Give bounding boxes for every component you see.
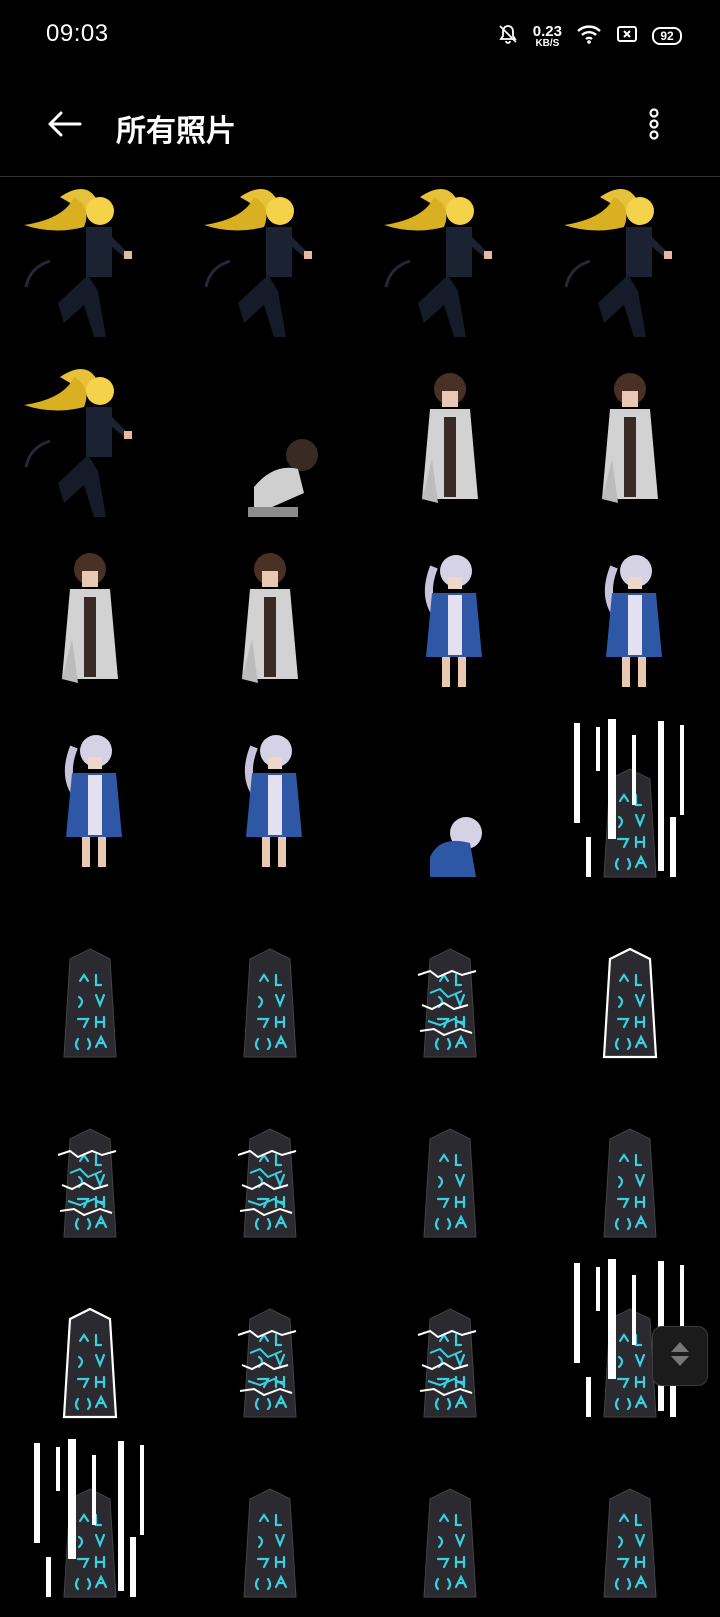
status-icons: 0.23 KB/S 92	[497, 22, 682, 50]
network-speed-unit: KB/S	[535, 37, 560, 49]
obelisk-lightning-sprite	[417, 1308, 477, 1418]
photo-thumbnail[interactable]	[0, 1437, 180, 1617]
back-button[interactable]	[40, 102, 88, 150]
obelisk-glitch-sprite	[34, 1439, 144, 1598]
brown-haired-crouching-sprite	[248, 439, 318, 517]
silver-haired-blue-jacket-sprite	[424, 555, 482, 687]
obelisk-lightning-sprite	[237, 1308, 297, 1418]
photo-thumbnail[interactable]	[0, 1077, 180, 1257]
status-bar: 09:03 0.23 KB/S 92	[0, 0, 720, 72]
obelisk-lightning-sprite	[57, 1128, 117, 1238]
rune-obelisk-sprite	[423, 1128, 477, 1238]
photo-thumbnail[interactable]	[180, 1437, 360, 1617]
brown-haired-white-coat-sprite	[242, 553, 298, 683]
blonde-ponytail-runner-sprite	[24, 369, 132, 517]
photo-thumbnail[interactable]	[180, 177, 360, 357]
silver-haired-blue-jacket-sprite	[64, 735, 122, 867]
blonde-ponytail-runner-sprite	[24, 189, 132, 337]
status-time: 09:03	[46, 20, 109, 47]
obelisk-lightning-sprite	[417, 948, 477, 1058]
photo-thumbnail[interactable]	[360, 1257, 540, 1437]
photo-thumbnail[interactable]	[0, 717, 180, 897]
photo-thumbnail[interactable]	[360, 1437, 540, 1617]
rune-obelisk-sprite	[603, 1128, 657, 1238]
photo-thumbnail[interactable]	[180, 1257, 360, 1437]
photo-thumbnail[interactable]	[180, 1077, 360, 1257]
more-vert-icon	[647, 108, 661, 144]
brown-haired-white-coat-sprite	[602, 373, 658, 503]
photo-thumbnail[interactable]	[0, 897, 180, 1077]
photo-thumbnail[interactable]	[540, 537, 720, 717]
photo-thumbnail[interactable]	[360, 897, 540, 1077]
photo-thumbnail[interactable]	[360, 537, 540, 717]
battery-indicator: 92	[652, 27, 682, 45]
obelisk-outline-sprite	[602, 947, 658, 1059]
rune-obelisk-sprite	[243, 1488, 297, 1598]
photo-thumbnail[interactable]	[360, 177, 540, 357]
photo-thumbnail[interactable]	[180, 717, 360, 897]
rune-obelisk-sprite	[243, 948, 297, 1058]
wifi-icon	[576, 23, 602, 49]
photo-thumbnail[interactable]	[540, 897, 720, 1077]
photo-thumbnail[interactable]	[0, 537, 180, 717]
blonde-ponytail-runner-sprite	[564, 189, 672, 337]
bell-off-icon	[497, 23, 519, 49]
rune-obelisk-sprite	[63, 948, 117, 1058]
brown-haired-white-coat-sprite	[62, 553, 118, 683]
photo-thumbnail[interactable]	[540, 1077, 720, 1257]
fast-scroll-icon	[668, 1338, 692, 1374]
photo-thumbnail[interactable]	[0, 1257, 180, 1437]
network-speed: 0.23 KB/S	[533, 24, 562, 49]
blonde-ponytail-runner-sprite	[204, 189, 312, 337]
more-options-button[interactable]	[636, 102, 672, 150]
photo-thumbnail[interactable]	[540, 717, 720, 897]
photo-thumbnail[interactable]	[0, 177, 180, 357]
arrow-left-icon	[46, 110, 82, 142]
silver-haired-crouching-sprite	[430, 817, 482, 877]
fast-scroll-handle[interactable]	[652, 1326, 708, 1386]
photo-thumbnail[interactable]	[0, 357, 180, 537]
rune-obelisk-sprite	[423, 1488, 477, 1598]
brown-haired-white-coat-sprite	[422, 373, 478, 503]
photo-thumbnail[interactable]	[540, 177, 720, 357]
photo-thumbnail[interactable]	[180, 897, 360, 1077]
photo-thumbnail[interactable]	[540, 357, 720, 537]
obelisk-glitch-sprite	[574, 719, 684, 878]
photo-thumbnail[interactable]	[180, 357, 360, 537]
blonde-ponytail-runner-sprite	[384, 189, 492, 337]
silver-haired-blue-jacket-sprite	[244, 735, 302, 867]
rune-obelisk-sprite	[603, 1488, 657, 1598]
page-title: 所有照片	[116, 114, 236, 149]
network-speed-value: 0.23	[532, 22, 562, 40]
silver-haired-blue-jacket-sprite	[604, 555, 662, 687]
photo-thumbnail[interactable]	[360, 1077, 540, 1257]
obelisk-lightning-sprite	[237, 1128, 297, 1238]
obelisk-outline-sprite	[62, 1307, 118, 1419]
photo-thumbnail[interactable]	[360, 717, 540, 897]
photo-thumbnail[interactable]	[540, 1437, 720, 1617]
sim-blocked-icon	[616, 24, 638, 48]
photo-thumbnail[interactable]	[180, 537, 360, 717]
photo-thumbnail[interactable]	[360, 357, 540, 537]
photo-grid	[0, 177, 720, 1617]
app-bar: 所有照片	[0, 80, 720, 177]
